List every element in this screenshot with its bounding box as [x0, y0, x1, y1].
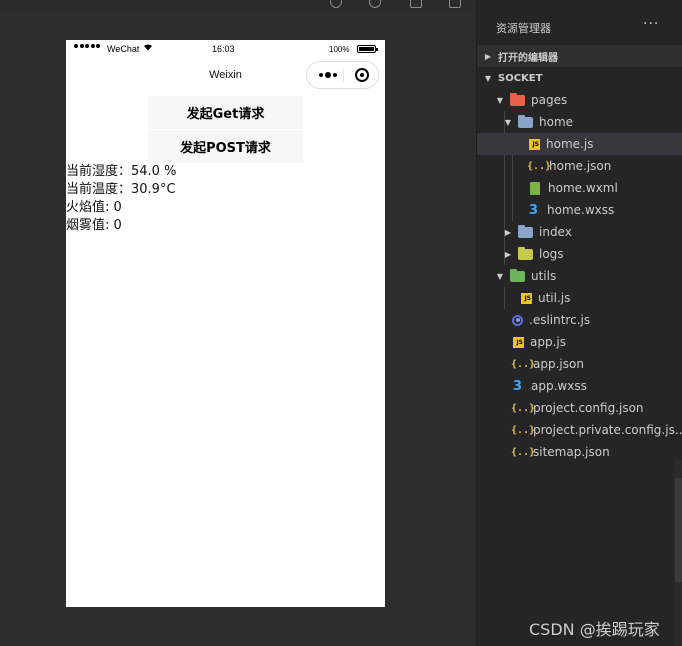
tree-file-app-json[interactable]: {..} app.json — [477, 353, 682, 375]
tree-item-label: home.wxml — [548, 181, 618, 195]
tree-item-label: app.js — [530, 335, 566, 349]
tree-item-label: home — [539, 115, 574, 129]
tree-file-home-wxml[interactable]: home.wxml — [477, 177, 682, 199]
json-file-icon: {..} — [511, 402, 536, 414]
tree-item-label: project.private.config.js... — [533, 423, 682, 437]
tree-file-project-private[interactable]: {..} project.private.config.js... — [477, 419, 682, 441]
wxss-file-icon: 3 — [513, 378, 523, 394]
cache-icon[interactable] — [449, 0, 461, 8]
chevron-right-icon: ▶ — [504, 227, 512, 237]
get-request-button[interactable]: 发起Get请求 — [148, 96, 303, 129]
nav-bar: Weixin — [66, 58, 385, 94]
tree-item-label: app.json — [533, 357, 584, 371]
tree-folder-index[interactable]: ▶ index — [477, 221, 682, 243]
tree-file-home-json[interactable]: {..} home.json — [477, 155, 682, 177]
tree-item-label: home.js — [546, 137, 594, 151]
tree-item-label: project.config.json — [533, 401, 644, 415]
carrier-label: WeChat — [107, 44, 140, 54]
tree-file-home-js[interactable]: JS home.js — [477, 133, 682, 155]
tree-file-app-wxss[interactable]: 3 app.wxss — [477, 375, 682, 397]
tree-folder-utils[interactable]: ▼ utils — [477, 265, 682, 287]
wxss-file-icon: 3 — [529, 202, 539, 218]
more-dots-icon[interactable] — [314, 62, 342, 88]
folder-icon — [510, 268, 525, 282]
folder-icon — [510, 92, 525, 106]
simulator-phone: WeChat 16:03 100% Weixin 发起Get请求 发起POST请… — [66, 40, 385, 607]
json-file-icon: {..} — [511, 358, 536, 370]
file-explorer: 资源管理器 ··· ▶ 打开的编辑器 ▼ SOCKET ▼ pages ▼ ho… — [476, 0, 682, 646]
post-request-button[interactable]: 发起POST请求 — [148, 130, 303, 163]
tree-folder-logs[interactable]: ▶ logs — [477, 243, 682, 265]
project-label: SOCKET — [498, 72, 543, 84]
tree-item-label: util.js — [538, 291, 571, 305]
eslint-file-icon — [512, 314, 523, 326]
battery-percent: 100% — [329, 45, 350, 54]
folder-open-icon — [518, 114, 533, 128]
tree-folder-home[interactable]: ▼ home — [477, 111, 682, 133]
tree-item-label: logs — [539, 247, 564, 261]
javascript-file-icon: JS — [521, 292, 532, 304]
tree-item-label: pages — [531, 93, 568, 107]
signal-icon — [74, 44, 100, 48]
javascript-file-icon: JS — [529, 138, 540, 150]
chevron-down-icon: ▼ — [496, 271, 504, 281]
menu-capsule — [306, 61, 379, 89]
tree-item-label: home.wxss — [547, 203, 615, 217]
tree-item-label: utils — [531, 269, 557, 283]
compile-icon[interactable] — [330, 0, 342, 8]
folder-icon — [518, 246, 533, 260]
capsule-divider — [343, 69, 344, 82]
sensor-readings: 当前湿度：54.0 % 当前温度：30.9°C 火焰值: 0 烟雾值: 0 — [66, 163, 176, 235]
tree-file-util-js[interactable]: JS util.js — [477, 287, 682, 309]
json-file-icon: {..} — [527, 160, 552, 172]
tree-item-label: app.wxss — [531, 379, 587, 393]
open-editors-section[interactable]: ▶ 打开的编辑器 — [477, 45, 682, 67]
preview-icon[interactable] — [369, 0, 381, 8]
status-time: 16:03 — [212, 44, 235, 54]
tree-item-label: index — [539, 225, 572, 239]
project-section[interactable]: ▼ SOCKET — [477, 67, 682, 89]
status-bar: WeChat 16:03 100% — [66, 40, 385, 58]
open-editors-label: 打开的编辑器 — [498, 52, 558, 64]
tree-folder-pages[interactable]: ▼ pages — [477, 89, 682, 111]
device-icon[interactable] — [410, 0, 422, 8]
chevron-down-icon: ▼ — [504, 117, 512, 127]
temperature-reading: 当前温度：30.9°C — [66, 182, 176, 197]
humidity-reading: 当前湿度：54.0 % — [66, 164, 177, 179]
tree-file-home-wxss[interactable]: 3 home.wxss — [477, 199, 682, 221]
scrollbar-thumb[interactable] — [675, 478, 682, 582]
javascript-file-icon: JS — [513, 336, 524, 348]
chevron-down-icon: ▼ — [496, 95, 504, 105]
tree-file-eslintrc[interactable]: .eslintrc.js — [477, 309, 682, 331]
tree-file-project-config[interactable]: {..} project.config.json — [477, 397, 682, 419]
battery-icon — [357, 45, 378, 53]
explorer-title: 资源管理器 — [496, 22, 551, 35]
tree-item-label: sitemap.json — [533, 445, 610, 459]
close-target-icon[interactable] — [355, 68, 369, 82]
wifi-icon — [143, 43, 153, 53]
flame-reading: 火焰值: 0 — [66, 200, 122, 215]
tree-item-label: .eslintrc.js — [529, 313, 591, 327]
tree-file-app-js[interactable]: JS app.js — [477, 331, 682, 353]
tree-item-label: home.json — [549, 159, 612, 173]
chevron-right-icon: ▶ — [504, 249, 512, 259]
more-actions-icon[interactable]: ··· — [643, 16, 659, 32]
folder-icon — [518, 224, 533, 238]
chevron-right-icon: ▶ — [484, 51, 492, 61]
wxml-file-icon — [530, 181, 540, 195]
tree-file-sitemap[interactable]: {..} sitemap.json — [477, 441, 682, 463]
chevron-down-icon: ▼ — [484, 73, 492, 83]
smoke-reading: 烟雾值: 0 — [66, 218, 122, 233]
json-file-icon: {..} — [511, 446, 536, 458]
watermark: CSDN @挨踢玩家 — [529, 620, 660, 639]
json-file-icon: {..} — [511, 424, 536, 436]
